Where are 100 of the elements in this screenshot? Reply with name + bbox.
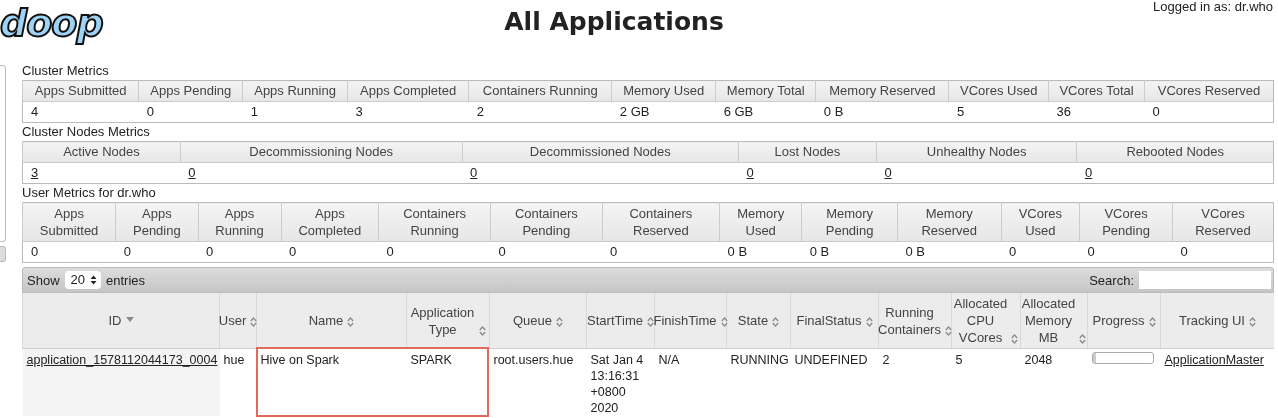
- show-label: Show: [27, 272, 60, 288]
- table-cell: 0: [498, 244, 506, 259]
- sort-icon[interactable]: [479, 325, 486, 336]
- table-cell: 0: [610, 244, 618, 259]
- column-header: Containers Reserved: [602, 202, 720, 242]
- page-size-select[interactable]: 20: [64, 271, 101, 289]
- column-header: VCores Used: [1001, 202, 1080, 242]
- sort-icon[interactable]: [1079, 334, 1087, 344]
- table-cell: 0: [31, 244, 39, 259]
- table-cell: 0: [1009, 244, 1017, 259]
- table-cell: N/A: [658, 353, 680, 367]
- column-header: Decommissioned Nodes: [462, 141, 739, 163]
- table-cell: 2: [882, 353, 890, 367]
- column-header: VCores Reserved: [1172, 202, 1274, 242]
- login-status: Logged in as: dr.who: [1153, 0, 1273, 14]
- column-header: Memory Reserved: [815, 80, 949, 102]
- section-title: Cluster Nodes Metrics: [22, 123, 151, 141]
- column-header[interactable]: Queue: [512, 312, 552, 329]
- column-header: Apps Submitted: [22, 80, 139, 102]
- column-header: Containers Pending: [490, 202, 603, 242]
- table-link[interactable]: 0: [1084, 165, 1093, 180]
- table-cell: 0: [1087, 244, 1095, 259]
- column-header: Apps Completed: [281, 202, 379, 242]
- column-header: VCores Pending: [1079, 202, 1173, 242]
- column-header: Apps Completed: [347, 80, 469, 102]
- table-cell: 0: [386, 244, 394, 259]
- column-header: Lost Nodes: [738, 141, 877, 163]
- table-link[interactable]: 0: [470, 165, 478, 180]
- table-cell: root.users.hue: [493, 353, 574, 367]
- sort-icon[interactable]: [556, 317, 563, 327]
- sidebar-toggle[interactable]: [0, 246, 6, 262]
- table-link[interactable]: 3: [31, 165, 39, 180]
- section-title: User Metrics for dr.who: [22, 184, 157, 202]
- table-cell: 2 GB: [619, 104, 650, 119]
- logo: doop: [0, 2, 103, 44]
- table-cell: SPARK: [410, 353, 452, 367]
- column-header: Memory Pending: [801, 202, 898, 242]
- table-cell: 0: [1180, 244, 1188, 259]
- table-cell: 3: [355, 104, 363, 119]
- column-header: Containers Running: [468, 80, 612, 102]
- sort-icon[interactable]: [1249, 317, 1256, 327]
- column-header: Apps Pending: [138, 80, 243, 102]
- table-link[interactable]: 0: [884, 165, 892, 180]
- column-header[interactable]: Tracking UI: [1179, 312, 1245, 329]
- column-header: Active Nodes: [22, 141, 181, 163]
- column-header: Unhealthy Nodes: [876, 141, 1077, 163]
- sort-icon[interactable]: [720, 317, 728, 327]
- section-title: Cluster Metrics: [22, 62, 110, 80]
- sort-icon[interactable]: [250, 317, 258, 327]
- table-cell: 4: [31, 104, 39, 119]
- sort-icon[interactable]: [347, 317, 355, 327]
- table-link[interactable]: ApplicationMaster: [1164, 353, 1264, 367]
- table-cell: 2: [476, 104, 484, 119]
- table-cell: RUNNING: [730, 353, 789, 367]
- column-header: Apps Pending: [115, 202, 198, 242]
- table-cell: 0 B: [823, 104, 844, 119]
- table-cell: Sat Jan 4 13:16:31 +0800 2020: [590, 353, 644, 415]
- table-link[interactable]: application_1578112044173_0004: [26, 353, 218, 367]
- search-label: Search:: [1089, 272, 1134, 288]
- column-header: VCores Reserved: [1144, 80, 1274, 102]
- sort-icon[interactable]: [944, 325, 952, 336]
- table-cell: 2048: [1024, 353, 1053, 367]
- sort-icon[interactable]: [1148, 317, 1156, 327]
- page-title: All Applications: [504, 7, 724, 36]
- column-header: Rebooted Nodes: [1076, 141, 1274, 163]
- column-header: Containers Running: [378, 202, 491, 242]
- sort-icon[interactable]: [646, 317, 654, 327]
- table-cell: 0: [123, 244, 131, 259]
- sort-icon[interactable]: [1011, 334, 1019, 344]
- sort-descending-icon[interactable]: [125, 317, 134, 322]
- column-header[interactable]: State: [737, 312, 769, 329]
- column-header: Apps Submitted: [22, 202, 116, 242]
- stepper-icon: [90, 275, 97, 285]
- table-cell: 36: [1056, 104, 1071, 119]
- column-header: Memory Reserved: [897, 202, 1002, 242]
- table-cell: UNDEFINED: [794, 353, 868, 367]
- sort-icon[interactable]: [865, 317, 873, 327]
- table-cell: 5: [955, 353, 963, 367]
- table-cell: hue: [223, 353, 245, 367]
- column-header: Memory Used: [611, 80, 716, 102]
- table-cell: 0: [146, 104, 155, 119]
- search-field[interactable]: [1139, 271, 1271, 289]
- table-cell: 0 B: [809, 244, 830, 259]
- column-header[interactable]: Name: [308, 312, 344, 329]
- table-link[interactable]: 0: [746, 165, 754, 180]
- table-cell: 0: [289, 244, 297, 259]
- column-header: Apps Running: [242, 80, 348, 102]
- column-header[interactable]: ID: [108, 312, 122, 329]
- sort-icon[interactable]: [772, 317, 780, 327]
- column-header: VCores Used: [948, 80, 1049, 102]
- table-link[interactable]: 0: [188, 165, 196, 180]
- entries-label: entries: [106, 272, 146, 288]
- table-cell: 0: [1152, 104, 1160, 119]
- column-header: VCores Total: [1048, 80, 1145, 102]
- table-cell: 5: [956, 104, 965, 119]
- column-header: Memory Used: [719, 202, 802, 242]
- progress-bar: [1091, 352, 1154, 364]
- table-cell: 6 GB: [723, 104, 754, 119]
- column-header: Decommissioning Nodes: [180, 141, 463, 163]
- table-cell: 1: [250, 104, 258, 119]
